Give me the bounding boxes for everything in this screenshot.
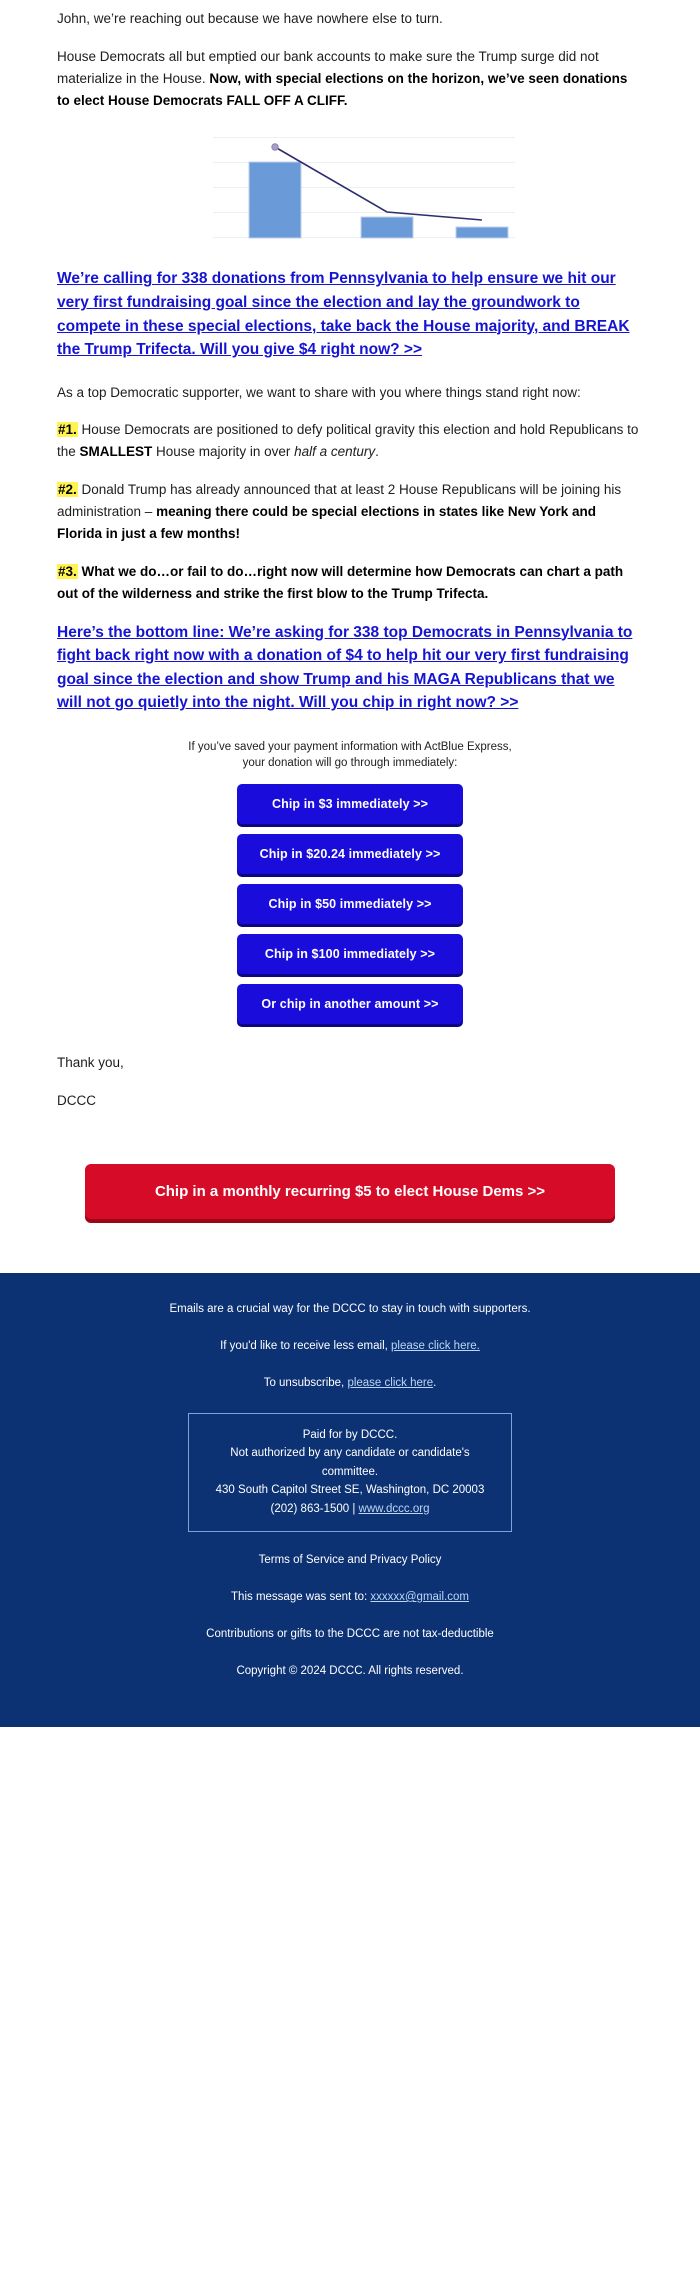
copyright-line: Copyright © 2024 DCCC. All rights reserv…: [236, 1665, 464, 1678]
chart-trend-line: [274, 146, 483, 222]
actblue-express-note: If you’ve saved your payment information…: [57, 739, 643, 772]
less-email-link[interactable]: please click here.: [391, 1340, 480, 1352]
supporter-paragraph: As a top Democratic supporter, we want t…: [57, 384, 581, 400]
paid-for-disclaimer-box: Paid for by DCCC. Not authorized by any …: [188, 1412, 512, 1532]
email-footer: Emails are a crucial way for the DCCC to…: [0, 1272, 700, 1727]
footer-less-email-line: If you'd like to receive less email, ple…: [40, 1338, 660, 1355]
footer-intro-line: Emails are a crucial way for the DCCC to…: [169, 1302, 531, 1315]
signature-line: DCCC: [57, 1092, 96, 1108]
chart-bars: [248, 161, 509, 239]
dccc-website-link[interactable]: www.dccc.org: [359, 1503, 430, 1515]
chart-bar-3: [455, 226, 509, 239]
donate-button-50[interactable]: Chip in $50 immediately >>: [237, 884, 463, 925]
point-1-italic: half a century: [294, 444, 376, 460]
point-1-text-e: .: [375, 444, 379, 460]
recurring-donation-block: Chip in a monthly recurring $5 to elect …: [0, 1128, 700, 1273]
donate-button-2024[interactable]: Chip in $20.24 immediately >>: [237, 834, 463, 875]
greeting-paragraph: John, we’re reaching out because we have…: [57, 11, 443, 26]
sent-to-prefix: This message was sent to:: [231, 1590, 371, 1603]
donation-buttons-block: If you’ve saved your payment information…: [57, 739, 643, 1025]
recipient-email-link[interactable]: xxxxxx@gmail.com: [370, 1591, 469, 1603]
chart-bar-1: [248, 161, 302, 239]
point-3-marker: #3.: [57, 563, 78, 579]
paid-for-line-2: Not authorized by any candidate or candi…: [230, 1447, 470, 1478]
point-1-text-c: House majority in over: [152, 444, 295, 460]
point-2-marker: #2.: [57, 482, 78, 498]
actblue-note-line-1: If you’ve saved your payment information…: [188, 740, 512, 753]
donate-button-other[interactable]: Or chip in another amount >>: [237, 984, 463, 1025]
point-3: #3. What we do…or fail to do…right now w…: [57, 561, 643, 605]
footer-less-email-prefix: If you'd like to receive less email,: [220, 1340, 392, 1352]
actblue-note-line-2: your donation will go through immediatel…: [242, 757, 458, 770]
unsubscribe-link[interactable]: please click here: [347, 1377, 433, 1389]
secondary-cta-link[interactable]: Here’s the bottom line: We’re asking for…: [57, 621, 643, 715]
terms-line: Terms of Service and Privacy Policy: [258, 1553, 442, 1566]
footer-unsubscribe-prefix: To unsubscribe,: [263, 1377, 348, 1390]
email-main-content: John, we’re reaching out because we have…: [0, 0, 700, 1112]
chart-plot-area: [185, 133, 515, 241]
paid-for-line-1: Paid for by DCCC.: [302, 1428, 398, 1441]
donations-chart: [57, 133, 643, 241]
paid-for-phone: (202) 863-1500 |: [270, 1503, 359, 1515]
email-body: John, we’re reaching out because we have…: [0, 0, 700, 1727]
paid-for-address: 430 South Capitol Street SE, Washington,…: [215, 1484, 485, 1497]
chart-trend-marker: [271, 143, 279, 152]
tax-deductible-note: Contributions or gifts to the DCCC are n…: [206, 1628, 494, 1641]
footer-unsubscribe-line: To unsubscribe, please click here.: [40, 1375, 660, 1392]
donate-button-100[interactable]: Chip in $100 immediately >>: [237, 934, 463, 975]
thank-you-line: Thank you,: [57, 1055, 124, 1071]
intro-paragraph: House Democrats all but emptied our bank…: [57, 46, 643, 112]
footer-unsubscribe-suffix: .: [433, 1377, 437, 1390]
point-1-marker: #1.: [57, 422, 78, 438]
donate-button-3[interactable]: Chip in $3 immediately >>: [237, 784, 463, 825]
point-1-bold: SMALLEST: [79, 444, 153, 460]
recurring-donation-button[interactable]: Chip in a monthly recurring $5 to elect …: [85, 1163, 615, 1219]
point-3-bold: What we do…or fail to do…right now will …: [57, 563, 624, 601]
point-1: #1. House Democrats are positioned to de…: [57, 419, 643, 463]
chart-svg: [213, 137, 515, 239]
chart-bar-2: [360, 216, 414, 239]
primary-cta-link[interactable]: We’re calling for 338 donations from Pen…: [57, 267, 643, 361]
paid-for-lines: Paid for by DCCC. Not authorized by any …: [203, 1426, 497, 1519]
sent-to-line: This message was sent to: xxxxxx@gmail.c…: [40, 1589, 660, 1606]
point-2: #2. Donald Trump has already announced t…: [57, 479, 643, 545]
